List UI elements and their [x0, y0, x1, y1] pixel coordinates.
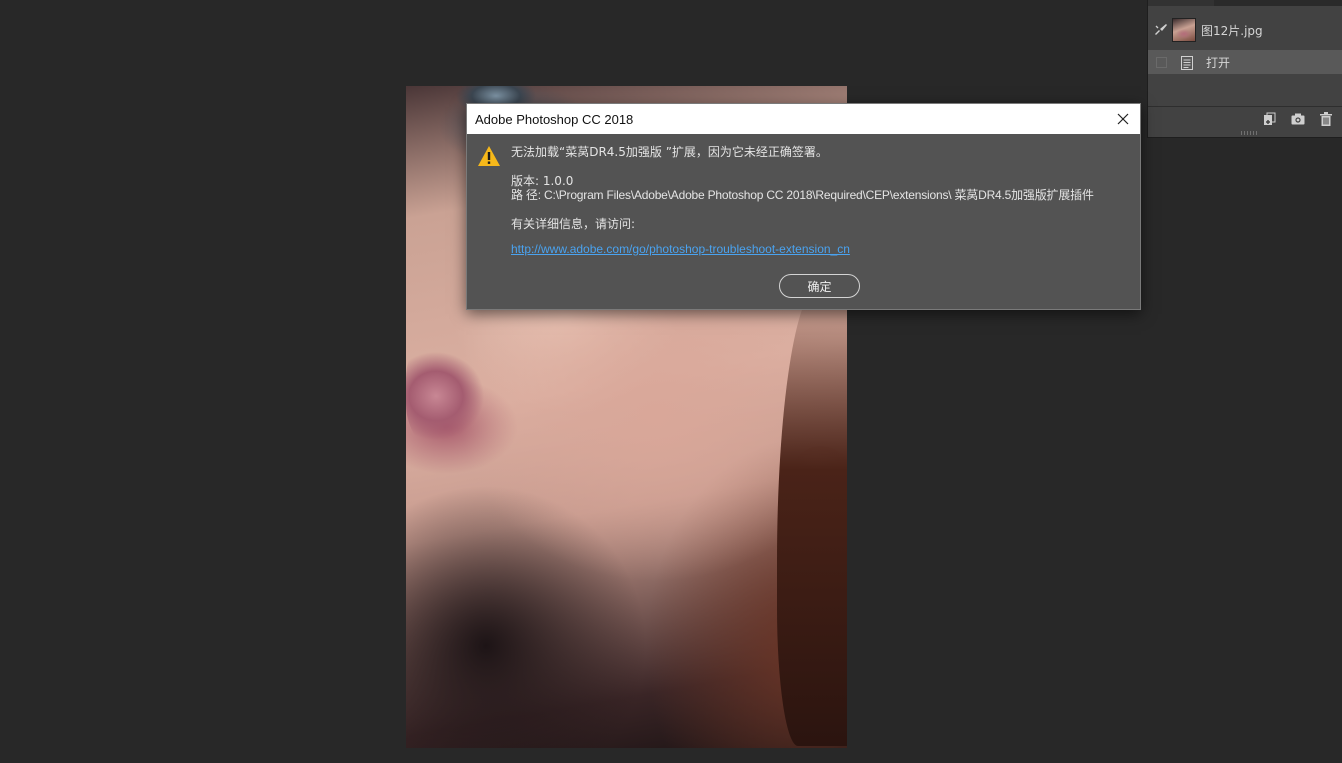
history-snapshot-row[interactable]: 图12片.jpg — [1148, 14, 1342, 46]
new-document-from-state-icon[interactable] — [1263, 112, 1277, 126]
dialog-title: Adobe Photoshop CC 2018 — [475, 111, 634, 127]
ok-button[interactable]: 确定 — [779, 274, 860, 298]
panel-resize-grip[interactable] — [1241, 131, 1257, 135]
troubleshoot-link[interactable]: http://www.adobe.com/go/photoshop-troubl… — [511, 242, 850, 256]
panel-tab-strip — [1148, 0, 1342, 6]
history-step-checkbox[interactable] — [1156, 56, 1167, 68]
error-message: 无法加载“菜莴DR4.5加强版 ”扩展，因为它未经正确签署。 — [511, 145, 828, 159]
camera-icon[interactable] — [1291, 112, 1305, 126]
version-line: 版本: 1.0.0 — [511, 174, 574, 188]
photoshop-workspace: 图12片.jpg 打开 Adobe Photoshop CC 2018 无法加载… — [0, 0, 1342, 763]
warning-icon — [477, 145, 501, 167]
photo-region-hair — [777, 286, 847, 746]
extension-error-dialog: Adobe Photoshop CC 2018 无法加载“菜莴DR4.5加强版 … — [466, 103, 1141, 310]
history-panel-toolbar — [1148, 106, 1342, 130]
document-icon — [1181, 55, 1193, 70]
history-panel: 图12片.jpg 打开 — [1147, 0, 1342, 138]
history-step-row[interactable]: 打开 — [1148, 50, 1342, 74]
snapshot-thumbnail — [1172, 18, 1196, 42]
path-line: 路 径: C:\Program Files\Adobe\Adobe Photos… — [511, 188, 1094, 202]
dialog-titlebar[interactable]: Adobe Photoshop CC 2018 — [467, 104, 1140, 134]
history-brush-icon[interactable] — [1153, 22, 1169, 38]
trash-icon[interactable] — [1319, 111, 1333, 126]
close-icon[interactable] — [1112, 108, 1134, 130]
step-label: 打开 — [1206, 55, 1231, 70]
snapshot-label: 图12片.jpg — [1201, 23, 1263, 38]
info-line: 有关详细信息，请访问: — [511, 217, 636, 231]
photo-region-lips — [406, 326, 516, 456]
